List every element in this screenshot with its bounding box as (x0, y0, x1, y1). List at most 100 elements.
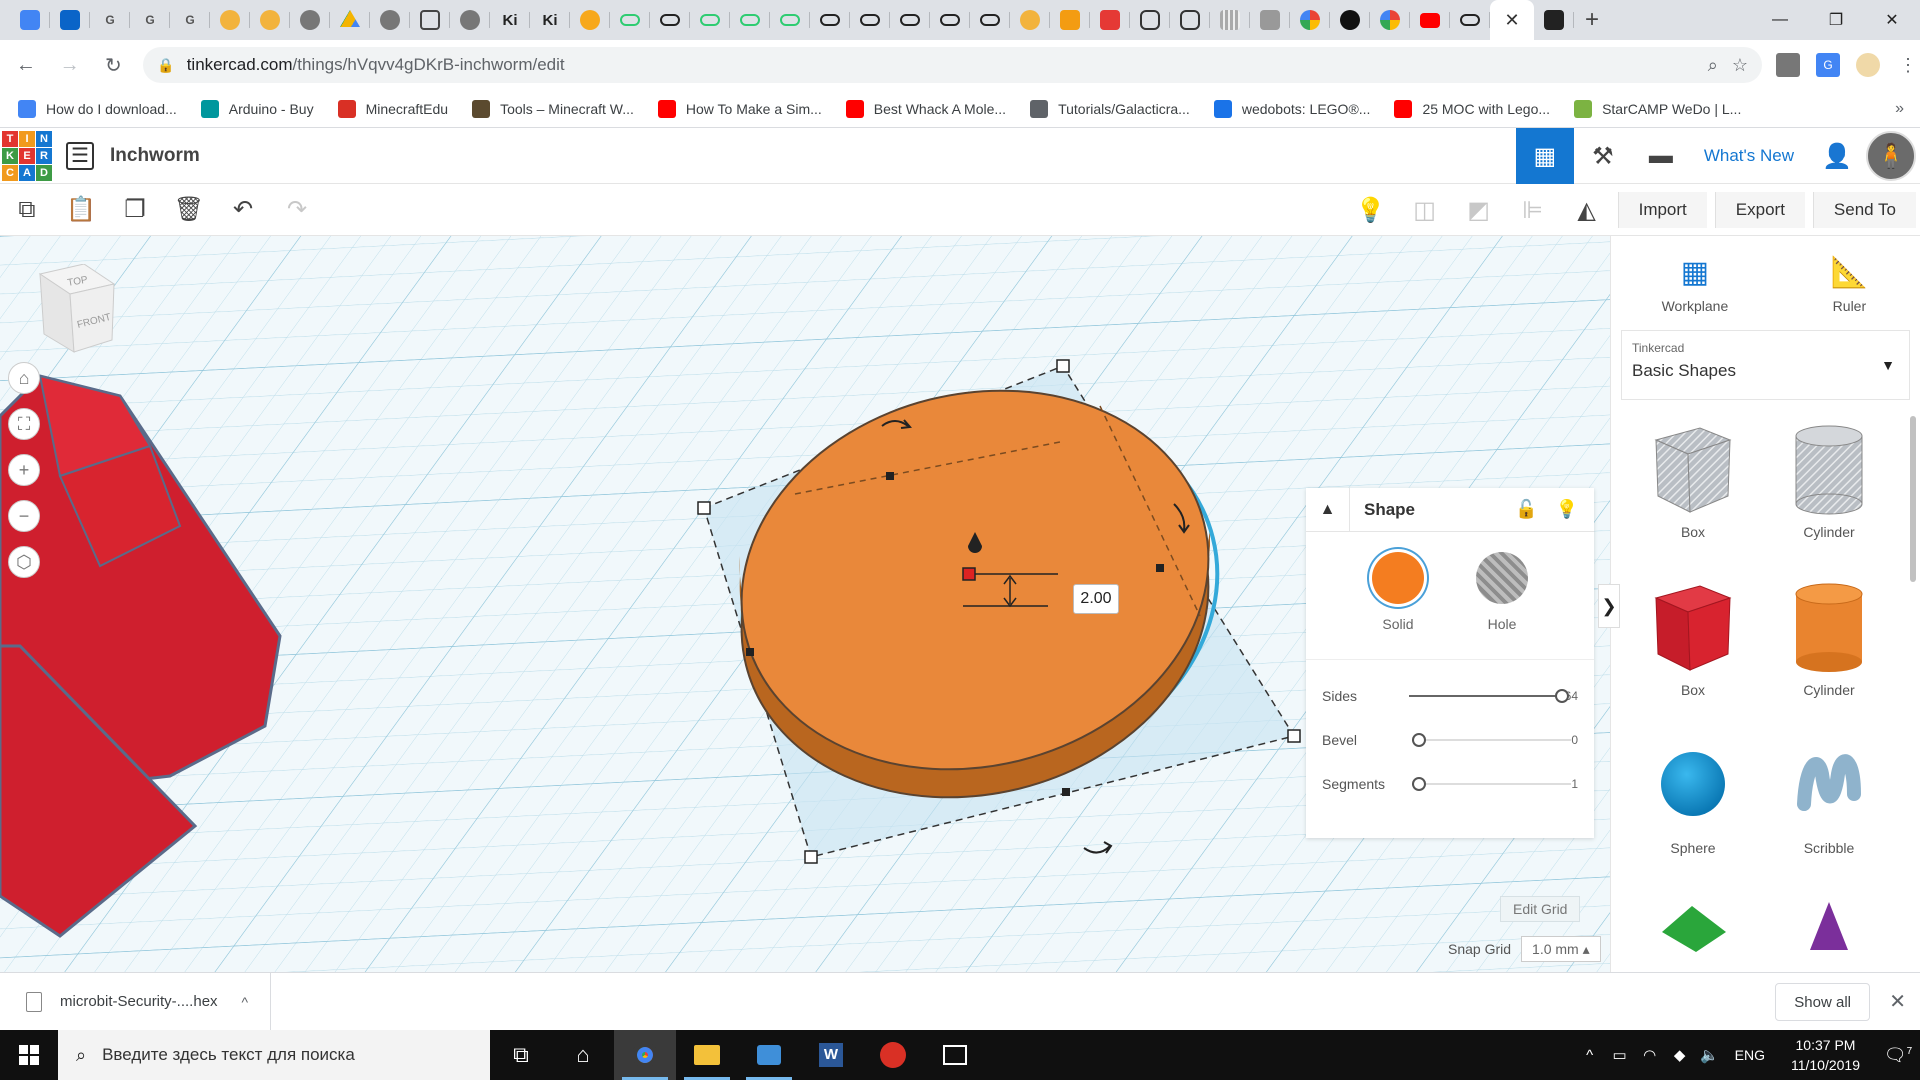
add-user-icon[interactable]: 👤 (1808, 128, 1866, 184)
taskbar-search-input[interactable]: ⌕ Введите здесь текст для поиска (58, 1030, 490, 1080)
avatar[interactable]: 🧍 (1866, 131, 1916, 181)
drive-extension-icon[interactable] (1776, 53, 1800, 77)
send-to-button[interactable]: Send To (1812, 192, 1916, 228)
browser-tab[interactable]: G (130, 0, 170, 40)
shape-tile-pyramid[interactable] (1761, 892, 1897, 972)
new-tab-icon[interactable]: + (1574, 0, 1610, 40)
bookmark-item[interactable]: How To Make a Sim... (657, 99, 822, 118)
browser-tab[interactable] (330, 0, 370, 40)
import-button[interactable]: Import (1617, 192, 1707, 228)
prop-slider[interactable] (1409, 689, 1570, 703)
mail-icon[interactable] (862, 1030, 924, 1080)
browser-tab[interactable] (250, 0, 290, 40)
browser-tab[interactable]: G (90, 0, 130, 40)
language-indicator[interactable]: ENG (1725, 1047, 1775, 1063)
solid-color-swatch[interactable] (1372, 552, 1424, 604)
shape-tile-sphere[interactable]: Sphere (1625, 734, 1761, 874)
group-icon[interactable]: ◫ (1398, 184, 1452, 236)
shape-library-dropdown[interactable]: Tinkercad Basic Shapes ▼ (1621, 330, 1910, 400)
copy-icon[interactable]: ⧉ (0, 184, 54, 236)
bookmarks-overflow-icon[interactable]: » (1895, 100, 1904, 118)
browser-tab[interactable] (810, 0, 850, 40)
view-cube[interactable]: TOP FRONT (34, 264, 118, 364)
collapse-up-icon[interactable]: ▲ (1306, 487, 1350, 532)
show-all-button[interactable]: Show all (1775, 983, 1870, 1021)
close-tab-icon[interactable]: ✕ (1492, 0, 1532, 40)
browser-tab[interactable] (1130, 0, 1170, 40)
forward-icon[interactable]: → (52, 47, 88, 83)
browser-tab[interactable] (10, 0, 50, 40)
maximize-icon[interactable]: ❐ (1808, 0, 1864, 40)
snap-grid-select[interactable]: 1.0 mm ▴ (1521, 936, 1601, 962)
wifi-icon[interactable]: ◠ (1635, 1046, 1665, 1064)
zoom-in-icon[interactable]: + (8, 454, 40, 486)
browser-tab[interactable] (1170, 0, 1210, 40)
workplane-canvas[interactable]: TOP FRONT ⌂ ⛶ + − ⬡ 2.00 Edit Grid Snap … (0, 236, 1610, 972)
pickaxe-icon[interactable]: ⚒ (1574, 128, 1632, 184)
zoom-out-icon[interactable]: − (8, 500, 40, 532)
back-icon[interactable]: ← (8, 47, 44, 83)
file-explorer-icon[interactable] (676, 1030, 738, 1080)
download-item[interactable]: microbit-Security-....hex ^ (0, 972, 272, 1031)
prop-value[interactable]: 0 (1571, 733, 1578, 747)
undo-icon[interactable]: ↶ (216, 184, 270, 236)
home-icon[interactable]: ⌂ (552, 1030, 614, 1080)
browser-tab-active[interactable]: ✕ (1490, 0, 1534, 40)
workplane-tool[interactable]: ▦ Workplane (1662, 252, 1729, 330)
browser-tab[interactable] (1290, 0, 1330, 40)
dropbox-icon[interactable]: ◆ (1665, 1046, 1695, 1064)
design-list-icon[interactable]: ☰ (66, 141, 94, 170)
word-icon[interactable]: W (800, 1030, 862, 1080)
ungroup-icon[interactable]: ◩ (1452, 184, 1506, 236)
ruler-tool[interactable]: 📐 Ruler (1829, 252, 1869, 330)
browser-tab[interactable] (770, 0, 810, 40)
chrome-app-icon[interactable] (614, 1030, 676, 1080)
browser-tab[interactable] (650, 0, 690, 40)
shape-tile-box-hole[interactable]: Box (1625, 418, 1761, 558)
battery-icon[interactable]: ▭ (1605, 1046, 1635, 1064)
browser-tab[interactable] (370, 0, 410, 40)
task-view-icon[interactable]: ⧉ (490, 1030, 552, 1080)
browser-tab[interactable] (410, 0, 450, 40)
browser-tab[interactable] (1250, 0, 1290, 40)
clock[interactable]: 10:37 PM 11/10/2019 (1775, 1035, 1876, 1075)
edge-handle[interactable] (746, 648, 754, 656)
resize-handle[interactable] (804, 850, 818, 864)
browser-tab[interactable] (1010, 0, 1050, 40)
zoom-icon[interactable]: ⌕ (1708, 55, 1718, 76)
browser-tab[interactable] (970, 0, 1010, 40)
lightbulb-icon[interactable]: 💡 (1556, 499, 1578, 520)
url-input[interactable]: 🔒 tinkercad.com/things/hVqvv4gDKrB-inchw… (143, 47, 1762, 83)
shape-tile-scribble[interactable]: Scribble (1761, 734, 1897, 874)
shape-tile-box[interactable]: Box (1625, 576, 1761, 716)
prop-value[interactable]: 1 (1571, 777, 1578, 791)
tinkercad-logo[interactable]: TIN KER CAD (2, 130, 52, 181)
fit-view-icon[interactable]: ⛶ (8, 408, 40, 440)
edge-handle[interactable] (1156, 564, 1164, 572)
paste-icon[interactable]: 📋 (54, 184, 108, 236)
prop-slider[interactable] (1411, 777, 1572, 791)
dimension-input[interactable]: 2.00 (1073, 584, 1119, 614)
3d-design-view-icon[interactable]: ▦ (1515, 128, 1574, 184)
slider-knob[interactable] (1411, 733, 1426, 747)
hole-swatch[interactable] (1476, 552, 1528, 604)
close-window-icon[interactable]: ✕ (1864, 0, 1920, 40)
bookmark-star-icon[interactable]: ☆ (1732, 55, 1748, 76)
browser-tab[interactable] (850, 0, 890, 40)
chrome-menu-icon[interactable]: ⋮ (1896, 53, 1920, 77)
browser-tab[interactable] (210, 0, 250, 40)
edge-handle[interactable] (886, 472, 894, 480)
unlock-icon[interactable]: 🔓 (1515, 499, 1537, 520)
design-title[interactable]: Inchworm (110, 145, 200, 167)
browser-tab[interactable] (50, 0, 90, 40)
bookmark-item[interactable]: How do I download... (18, 99, 177, 118)
perspective-icon[interactable]: ⬡ (8, 546, 40, 578)
height-handle[interactable] (962, 567, 976, 581)
browser-tab[interactable] (290, 0, 330, 40)
bookmark-item[interactable]: wedobots: LEGO®... (1213, 99, 1370, 118)
resize-handle[interactable] (1056, 359, 1070, 373)
duplicate-icon[interactable]: ❐ (108, 184, 162, 236)
lightbulb-icon[interactable]: 💡 (1344, 184, 1398, 236)
minimize-icon[interactable]: — (1752, 0, 1808, 40)
shape-tile-roof[interactable] (1625, 892, 1761, 972)
